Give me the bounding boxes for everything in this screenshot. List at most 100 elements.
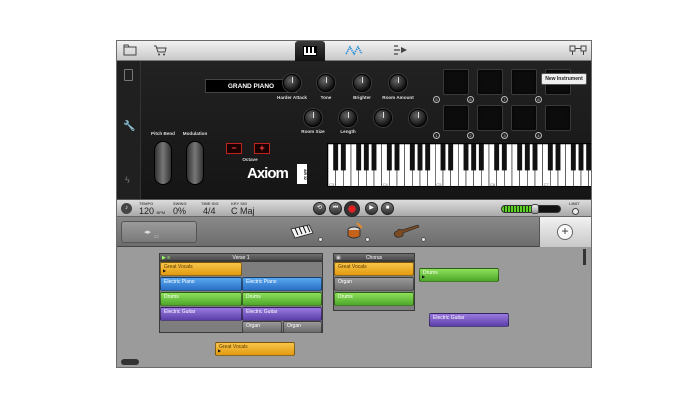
drum-instrument-icon[interactable] [343, 221, 365, 243]
black-key[interactable] [532, 144, 538, 171]
black-key[interactable] [440, 144, 446, 171]
tone-knob[interactable] [317, 74, 335, 92]
modulation-wheel[interactable] [186, 141, 204, 185]
drum-pad-1[interactable] [443, 105, 469, 131]
clip-great-vocals[interactable]: Great Vocals ▶ [160, 262, 242, 276]
stop-button[interactable]: ■ [381, 202, 394, 215]
folder-icon[interactable] [123, 44, 137, 58]
track-view-icon[interactable]: ▭ [154, 234, 159, 240]
track-settings-icon[interactable] [365, 237, 370, 242]
clip-drums[interactable]: Drums [160, 292, 242, 306]
waveform-icon[interactable] [345, 44, 363, 58]
track-settings-icon[interactable] [421, 237, 426, 242]
room-size-knob[interactable] [304, 109, 322, 127]
clip-drums[interactable]: Drums [334, 292, 414, 306]
add-icon[interactable]: + [557, 224, 573, 240]
step-sequencer-icon[interactable] [393, 44, 409, 58]
pitch-bend-wheel[interactable] [154, 141, 172, 185]
black-key[interactable] [448, 144, 454, 171]
timesig-value[interactable]: 4/4 [203, 206, 216, 216]
unlabeled-knob[interactable] [409, 109, 427, 127]
new-instrument-button[interactable]: + [539, 217, 591, 247]
black-key[interactable] [463, 144, 469, 171]
brighter-knob[interactable] [353, 74, 371, 92]
loop-button[interactable]: ⟲ [313, 202, 326, 215]
zoom-handle[interactable] [121, 359, 139, 365]
drum-pad-4[interactable] [545, 105, 571, 131]
record-button[interactable] [344, 201, 360, 217]
master-volume-thumb[interactable] [531, 204, 539, 214]
metronome-icon[interactable]: ♪ [121, 203, 132, 214]
clip-organ[interactable]: Organ [242, 321, 282, 333]
black-key[interactable] [363, 144, 369, 171]
lightning-icon[interactable]: ϟ [125, 175, 130, 185]
limit-toggle[interactable] [572, 208, 579, 215]
black-key[interactable] [517, 144, 523, 171]
section-header-verse-1[interactable]: ▶ ≡ Verse 1 [159, 253, 323, 261]
drum-pad-6[interactable] [477, 69, 503, 95]
black-key[interactable] [333, 144, 339, 171]
info-icon[interactable] [124, 69, 133, 81]
wrench-icon[interactable]: 🔧 [123, 121, 135, 132]
black-key[interactable] [409, 144, 415, 171]
black-key[interactable] [425, 144, 431, 171]
black-key[interactable] [586, 144, 591, 171]
clip-organ[interactable]: Organ [334, 277, 414, 291]
clip-drums[interactable]: Drums ▶ [419, 268, 499, 282]
black-key[interactable] [417, 144, 423, 171]
clip-great-vocals[interactable]: Great Vocals ▶ [215, 342, 295, 356]
clip-electric-guitar[interactable]: Electric Guitar [242, 307, 322, 321]
new-instrument-label[interactable]: New Instrument [541, 73, 587, 85]
track-settings-icon[interactable] [318, 237, 323, 242]
black-key[interactable] [394, 144, 400, 171]
black-key[interactable] [356, 144, 362, 171]
clip-electric-piano[interactable]: Electric Piano [160, 277, 242, 291]
clip-electric-piano[interactable]: Electric Piano [242, 277, 322, 291]
black-key[interactable] [555, 144, 561, 171]
black-key[interactable] [494, 144, 500, 171]
mixer-icon[interactable] [569, 44, 587, 58]
piano-keyboard[interactable]: C3 C4 C5 C6 C7 [327, 143, 591, 187]
pad-number: 1 [433, 132, 440, 139]
drum-pad-7[interactable] [511, 69, 537, 95]
section-header-chorus[interactable]: ▣ Chorus [333, 253, 415, 261]
unlabeled-knob[interactable] [374, 109, 392, 127]
length-knob[interactable] [339, 109, 357, 127]
drum-pad-3[interactable] [511, 105, 537, 131]
clip-electric-guitar[interactable]: Electric Guitar [160, 307, 242, 321]
guitar-instrument-icon[interactable] [392, 223, 422, 239]
black-key[interactable] [478, 144, 484, 171]
black-key[interactable] [524, 144, 530, 171]
clip-electric-guitar[interactable]: Electric Guitar [429, 313, 509, 327]
scroll-indicator[interactable] [583, 249, 586, 265]
black-key[interactable] [386, 144, 392, 171]
swing-value[interactable]: 0% [173, 206, 186, 216]
black-key[interactable] [340, 144, 346, 171]
octave-label: Octave [242, 157, 258, 162]
black-key[interactable] [501, 144, 507, 171]
pad-number: 2 [467, 132, 474, 139]
black-key[interactable] [547, 144, 553, 171]
clip-drums[interactable]: Drums [242, 292, 322, 306]
keyboard-instrument-icon[interactable] [289, 223, 315, 241]
drum-pad-2[interactable] [477, 105, 503, 131]
clip-organ[interactable]: Organ [283, 321, 322, 333]
black-key[interactable] [578, 144, 584, 171]
harder-attack-knob[interactable] [283, 74, 301, 92]
key-octave-label: C3 [329, 182, 335, 187]
black-key[interactable] [371, 144, 377, 171]
key-value[interactable]: C Maj [231, 206, 255, 216]
play-button[interactable]: ▶ [365, 202, 378, 215]
keyboard-icon[interactable] [295, 41, 325, 61]
octave-down-button[interactable]: − [226, 143, 242, 154]
octave-up-button[interactable]: + [254, 143, 270, 154]
room-amount-knob[interactable] [389, 74, 407, 92]
collapse-icon[interactable]: ◂▸ [144, 228, 151, 236]
black-key[interactable] [570, 144, 576, 171]
cart-icon[interactable] [153, 44, 167, 58]
pad-number: 4 [535, 132, 542, 139]
drum-pad-5[interactable] [443, 69, 469, 95]
rewind-button[interactable]: ⏮ [329, 202, 342, 215]
clip-great-vocals[interactable]: Great Vocals [334, 262, 414, 276]
black-key[interactable] [471, 144, 477, 171]
